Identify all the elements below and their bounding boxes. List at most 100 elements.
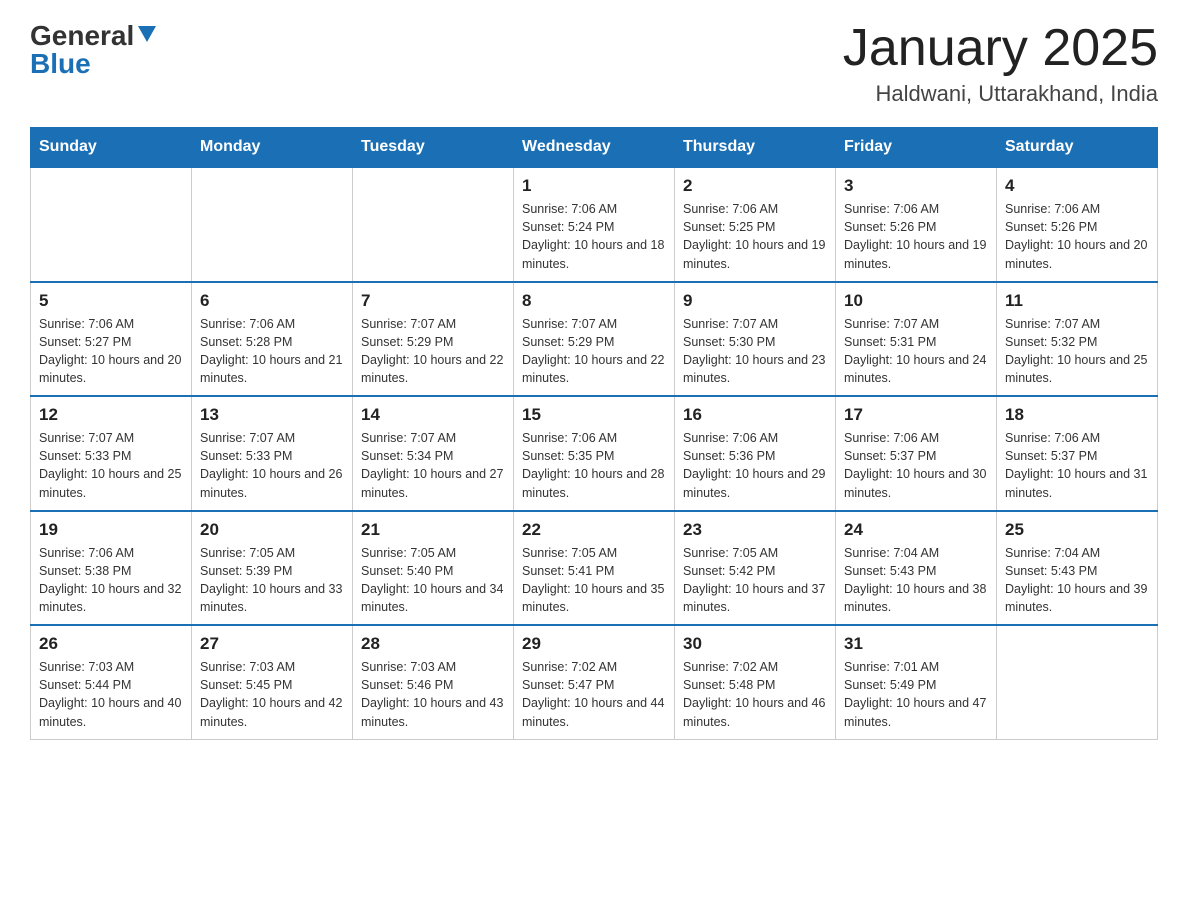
day-info: Sunrise: 7:07 AM Sunset: 5:31 PM Dayligh…	[844, 315, 988, 388]
day-info: Sunrise: 7:06 AM Sunset: 5:35 PM Dayligh…	[522, 429, 666, 502]
calendar-cell: 28 Sunrise: 7:03 AM Sunset: 5:46 PM Dayli…	[353, 625, 514, 739]
day-number: 6	[200, 291, 344, 311]
day-info: Sunrise: 7:05 AM Sunset: 5:41 PM Dayligh…	[522, 544, 666, 617]
week-row-1: 5Sunrise: 7:06 AM Sunset: 5:27 PM Daylig…	[31, 282, 1158, 397]
calendar-cell: 10Sunrise: 7:07 AM Sunset: 5:31 PM Dayli…	[836, 282, 997, 397]
col-thursday: Thursday	[675, 128, 836, 168]
week-row-2: 12 Sunrise: 7:07 AM Sunset: 5:33 PM Dayli…	[31, 396, 1158, 511]
calendar-cell: 16Sunrise: 7:06 AM Sunset: 5:36 PM Dayli…	[675, 396, 836, 511]
day-info: Sunrise: 7:07 AM Sunset: 5:29 PM Dayligh…	[361, 315, 505, 388]
day-number: 14	[361, 405, 505, 425]
day-info: Sunrise: 7:01 AM Sunset: 5:49 PM Dayligh…	[844, 658, 988, 731]
day-number: 22	[522, 520, 666, 540]
calendar-cell: 20 Sunrise: 7:05 AM Sunset: 5:39 PM Dayli…	[192, 511, 353, 626]
day-number: 11	[1005, 291, 1149, 311]
col-friday: Friday	[836, 128, 997, 168]
day-number: 7	[361, 291, 505, 311]
day-number: 19	[39, 520, 183, 540]
calendar-cell: 24 Sunrise: 7:04 AM Sunset: 5:43 PM Dayli…	[836, 511, 997, 626]
day-number: 28	[361, 634, 505, 654]
col-wednesday: Wednesday	[514, 128, 675, 168]
calendar-header-row: Sunday Monday Tuesday Wednesday Thursday…	[31, 128, 1158, 168]
calendar-cell: 22 Sunrise: 7:05 AM Sunset: 5:41 PM Dayli…	[514, 511, 675, 626]
day-number: 27	[200, 634, 344, 654]
calendar-cell: 17 Sunrise: 7:06 AM Sunset: 5:37 PM Dayli…	[836, 396, 997, 511]
day-info: Sunrise: 7:07 AM Sunset: 5:29 PM Dayligh…	[522, 315, 666, 388]
calendar-cell: 14 Sunrise: 7:07 AM Sunset: 5:34 PM Dayli…	[353, 396, 514, 511]
day-info: Sunrise: 7:02 AM Sunset: 5:47 PM Dayligh…	[522, 658, 666, 731]
calendar-cell: 5Sunrise: 7:06 AM Sunset: 5:27 PM Daylig…	[31, 282, 192, 397]
day-info: Sunrise: 7:06 AM Sunset: 5:28 PM Dayligh…	[200, 315, 344, 388]
day-number: 12	[39, 405, 183, 425]
calendar-cell: 2 Sunrise: 7:06 AM Sunset: 5:25 PM Daylig…	[675, 167, 836, 282]
col-monday: Monday	[192, 128, 353, 168]
calendar-cell: 4Sunrise: 7:06 AM Sunset: 5:26 PM Daylig…	[997, 167, 1158, 282]
day-number: 26	[39, 634, 183, 654]
day-number: 4	[1005, 176, 1149, 196]
calendar-cell	[353, 167, 514, 282]
day-number: 1	[522, 176, 666, 196]
day-info: Sunrise: 7:04 AM Sunset: 5:43 PM Dayligh…	[844, 544, 988, 617]
week-row-3: 19 Sunrise: 7:06 AM Sunset: 5:38 PM Dayli…	[31, 511, 1158, 626]
calendar-cell: 6 Sunrise: 7:06 AM Sunset: 5:28 PM Daylig…	[192, 282, 353, 397]
day-info: Sunrise: 7:06 AM Sunset: 5:36 PM Dayligh…	[683, 429, 827, 502]
calendar-cell: 12Sunrise: 7:07 AM Sunset: 5:33 PM Dayli…	[31, 396, 192, 511]
calendar-cell: 8 Sunrise: 7:07 AM Sunset: 5:29 PM Daylig…	[514, 282, 675, 397]
day-number: 17	[844, 405, 988, 425]
day-info: Sunrise: 7:05 AM Sunset: 5:39 PM Dayligh…	[200, 544, 344, 617]
col-sunday: Sunday	[31, 128, 192, 168]
day-number: 30	[683, 634, 827, 654]
day-info: Sunrise: 7:06 AM Sunset: 5:26 PM Dayligh…	[844, 200, 988, 273]
day-number: 29	[522, 634, 666, 654]
calendar-cell: 7 Sunrise: 7:07 AM Sunset: 5:29 PM Daylig…	[353, 282, 514, 397]
logo-blue-text: Blue	[30, 48, 91, 80]
calendar-cell: 29 Sunrise: 7:02 AM Sunset: 5:47 PM Dayli…	[514, 625, 675, 739]
day-number: 2	[683, 176, 827, 196]
day-number: 21	[361, 520, 505, 540]
day-info: Sunrise: 7:06 AM Sunset: 5:38 PM Dayligh…	[39, 544, 183, 617]
day-number: 15	[522, 405, 666, 425]
month-title: January 2025	[843, 20, 1158, 77]
calendar-cell: 23Sunrise: 7:05 AM Sunset: 5:42 PM Dayli…	[675, 511, 836, 626]
day-info: Sunrise: 7:06 AM Sunset: 5:37 PM Dayligh…	[844, 429, 988, 502]
calendar-cell: 3 Sunrise: 7:06 AM Sunset: 5:26 PM Daylig…	[836, 167, 997, 282]
calendar-cell: 18Sunrise: 7:06 AM Sunset: 5:37 PM Dayli…	[997, 396, 1158, 511]
day-info: Sunrise: 7:06 AM Sunset: 5:24 PM Dayligh…	[522, 200, 666, 273]
day-number: 25	[1005, 520, 1149, 540]
day-number: 13	[200, 405, 344, 425]
day-info: Sunrise: 7:07 AM Sunset: 5:33 PM Dayligh…	[200, 429, 344, 502]
logo: General Blue	[30, 20, 156, 80]
calendar-cell: 25 Sunrise: 7:04 AM Sunset: 5:43 PM Dayli…	[997, 511, 1158, 626]
day-number: 31	[844, 634, 988, 654]
day-info: Sunrise: 7:03 AM Sunset: 5:46 PM Dayligh…	[361, 658, 505, 731]
col-tuesday: Tuesday	[353, 128, 514, 168]
day-number: 20	[200, 520, 344, 540]
logo-arrow-icon	[138, 26, 156, 49]
week-row-0: 1 Sunrise: 7:06 AM Sunset: 5:24 PM Daylig…	[31, 167, 1158, 282]
day-number: 8	[522, 291, 666, 311]
day-info: Sunrise: 7:07 AM Sunset: 5:32 PM Dayligh…	[1005, 315, 1149, 388]
page-header: General Blue January 2025 Haldwani, Utta…	[30, 20, 1158, 107]
day-info: Sunrise: 7:04 AM Sunset: 5:43 PM Dayligh…	[1005, 544, 1149, 617]
calendar-cell: 15 Sunrise: 7:06 AM Sunset: 5:35 PM Dayli…	[514, 396, 675, 511]
calendar-cell	[997, 625, 1158, 739]
day-info: Sunrise: 7:07 AM Sunset: 5:34 PM Dayligh…	[361, 429, 505, 502]
day-info: Sunrise: 7:05 AM Sunset: 5:42 PM Dayligh…	[683, 544, 827, 617]
calendar-cell: 26 Sunrise: 7:03 AM Sunset: 5:44 PM Dayli…	[31, 625, 192, 739]
day-info: Sunrise: 7:06 AM Sunset: 5:25 PM Dayligh…	[683, 200, 827, 273]
calendar-table: Sunday Monday Tuesday Wednesday Thursday…	[30, 127, 1158, 740]
title-block: January 2025 Haldwani, Uttarakhand, Indi…	[843, 20, 1158, 107]
calendar-cell: 19 Sunrise: 7:06 AM Sunset: 5:38 PM Dayli…	[31, 511, 192, 626]
day-number: 3	[844, 176, 988, 196]
day-info: Sunrise: 7:05 AM Sunset: 5:40 PM Dayligh…	[361, 544, 505, 617]
calendar-cell: 9 Sunrise: 7:07 AM Sunset: 5:30 PM Daylig…	[675, 282, 836, 397]
location-subtitle: Haldwani, Uttarakhand, India	[843, 81, 1158, 107]
day-number: 5	[39, 291, 183, 311]
week-row-4: 26 Sunrise: 7:03 AM Sunset: 5:44 PM Dayli…	[31, 625, 1158, 739]
day-info: Sunrise: 7:03 AM Sunset: 5:45 PM Dayligh…	[200, 658, 344, 731]
day-info: Sunrise: 7:03 AM Sunset: 5:44 PM Dayligh…	[39, 658, 183, 731]
calendar-cell: 11 Sunrise: 7:07 AM Sunset: 5:32 PM Dayli…	[997, 282, 1158, 397]
day-number: 24	[844, 520, 988, 540]
day-info: Sunrise: 7:07 AM Sunset: 5:30 PM Dayligh…	[683, 315, 827, 388]
day-number: 9	[683, 291, 827, 311]
